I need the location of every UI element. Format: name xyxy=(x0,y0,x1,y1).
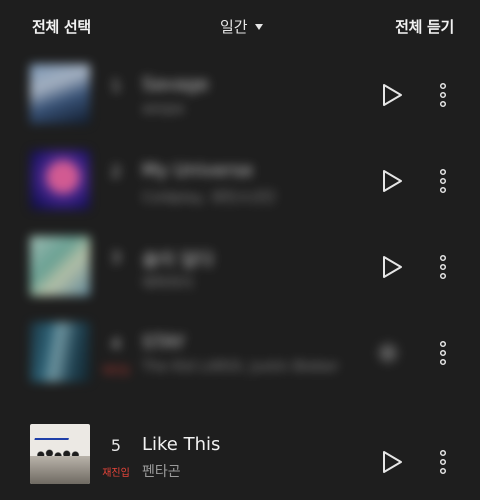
play-icon[interactable] xyxy=(380,82,404,108)
track-row[interactable]: 1 Savage aespa xyxy=(0,54,480,140)
track-artist: 에픽하이 xyxy=(142,276,194,292)
track-rank: 4 xyxy=(110,334,122,353)
album-art xyxy=(30,236,90,296)
track-artist: 펜타곤 xyxy=(142,464,181,480)
album-logo xyxy=(34,428,72,440)
more-vertical-icon[interactable] xyxy=(434,168,452,194)
track-artist: The Kid LAROI, Justin Bieber xyxy=(142,359,339,375)
album-art xyxy=(30,322,90,382)
album-scene xyxy=(30,456,90,484)
track-row[interactable]: 3 술이 달다 에픽하이 xyxy=(0,226,480,312)
track-title: My Universe xyxy=(142,160,254,181)
play-icon[interactable] xyxy=(380,168,404,194)
track-rank: 5 xyxy=(110,436,122,455)
caret-down-icon xyxy=(254,23,263,30)
track-rank: 1 xyxy=(110,76,122,95)
track-rank: 3 xyxy=(110,248,122,267)
album-art xyxy=(30,424,90,484)
track-row[interactable]: 4 재진입 STAY The Kid LAROI, Justin Bieber xyxy=(0,312,480,398)
period-dropdown[interactable]: 일간 xyxy=(220,16,263,37)
status-badge: 재진입 xyxy=(102,468,130,479)
chart-header: 전체 선택 일간 전체 듣기 xyxy=(0,0,480,54)
album-art xyxy=(30,150,90,210)
more-vertical-icon[interactable] xyxy=(434,340,452,366)
track-row[interactable]: 2 My Universe Coldplay, 방탄소년단 xyxy=(0,140,480,226)
track-row[interactable]: 5 재진입 Like This 펜타곤 xyxy=(0,414,480,500)
play-icon[interactable] xyxy=(380,449,404,475)
track-artist: aespa xyxy=(142,101,184,117)
status-badge: 재진입 xyxy=(102,366,130,377)
play-all-button[interactable]: 전체 듣기 xyxy=(395,16,454,37)
play-icon[interactable] xyxy=(376,340,400,366)
track-title: Like This xyxy=(142,434,221,455)
track-title: 술이 달다 xyxy=(142,250,214,271)
album-art xyxy=(30,64,90,124)
track-title: Savage xyxy=(142,74,209,95)
more-vertical-icon[interactable] xyxy=(434,254,452,280)
track-title: STAY xyxy=(142,332,185,353)
track-artist: Coldplay, 방탄소년단 xyxy=(142,190,277,206)
select-all-button[interactable]: 전체 선택 xyxy=(32,16,91,37)
more-vertical-icon[interactable] xyxy=(434,82,452,108)
track-rank: 2 xyxy=(110,162,122,181)
more-vertical-icon[interactable] xyxy=(434,449,452,475)
play-icon[interactable] xyxy=(380,254,404,280)
period-label: 일간 xyxy=(220,18,248,36)
